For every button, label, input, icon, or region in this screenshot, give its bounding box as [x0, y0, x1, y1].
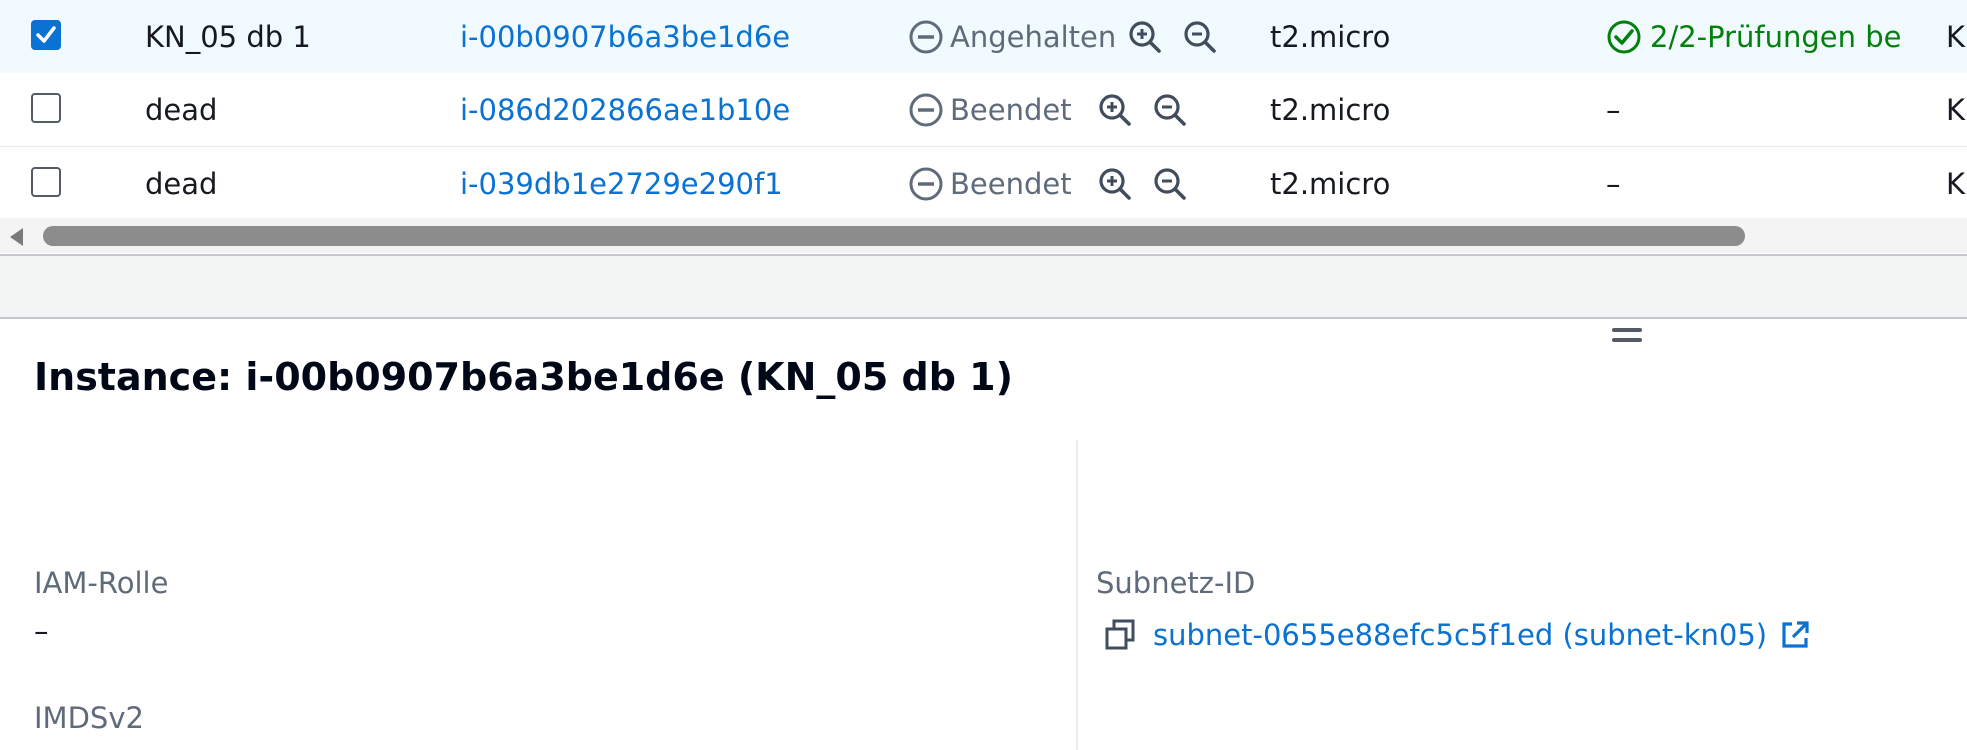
imdsv2-label: IMDSv2 [34, 701, 144, 735]
instance-type: t2.micro [1270, 19, 1391, 54]
instance-state-label: Beendet [950, 166, 1072, 201]
scroll-left-icon[interactable] [7, 226, 27, 252]
status-check-label: – [1606, 166, 1621, 201]
split-panel-gap [0, 256, 1967, 319]
instance-name: KN_05 db 1 [145, 19, 311, 54]
status-check: 2/2-Prüfungen be [1606, 0, 1901, 73]
instance-name: dead [145, 166, 218, 201]
scrollbar-thumb[interactable] [43, 226, 1745, 246]
status-check-label: – [1606, 92, 1621, 127]
zoom-in-icon[interactable] [1098, 73, 1132, 146]
zoom-out-icon[interactable] [1153, 147, 1187, 220]
checkbox-checked-icon [36, 26, 56, 43]
next-column-cell: K [1946, 92, 1966, 127]
horizontal-scrollbar[interactable] [0, 218, 1967, 253]
instance-state: Beendet [908, 73, 1072, 146]
drag-handle-icon[interactable] [1612, 328, 1642, 346]
zoom-in-icon[interactable] [1098, 147, 1132, 220]
instance-id-link[interactable]: i-086d202866ae1b10e [460, 73, 790, 146]
table-row[interactable]: dead i-086d202866ae1b10e Beendet t2.micr… [0, 73, 1967, 147]
minus-circle-icon [908, 19, 944, 55]
check-circle-icon [1606, 19, 1642, 55]
instance-type: t2.micro [1270, 92, 1391, 127]
external-link-icon[interactable] [1779, 619, 1811, 651]
row-checkbox[interactable] [31, 167, 61, 197]
next-column-cell: K [1946, 166, 1966, 201]
table-row[interactable]: dead i-039db1e2729e290f1 Beendet t2.micr… [0, 147, 1967, 221]
table-row[interactable]: KN_05 db 1 i-00b0907b6a3be1d6e Angehalte… [0, 0, 1967, 74]
details-title: Instance: i-00b0907b6a3be1d6e (KN_05 db … [34, 355, 1013, 399]
minus-circle-icon [908, 92, 944, 128]
status-check-label: 2/2-Prüfungen be [1650, 19, 1902, 54]
row-checkbox[interactable] [31, 93, 61, 123]
subnet-id-label: Subnetz-ID [1096, 566, 1256, 600]
minus-circle-icon [908, 166, 944, 202]
subnet-id-value: subnet-0655e88efc5c5f1ed (subnet-kn05) [1103, 613, 1811, 657]
instance-state-label: Angehalten [950, 19, 1117, 54]
zoom-out-icon[interactable] [1153, 73, 1187, 146]
instance-type: t2.micro [1270, 166, 1391, 201]
instance-state: Beendet [908, 147, 1072, 220]
zoom-in-icon[interactable] [1128, 0, 1162, 73]
instance-id-link[interactable]: i-00b0907b6a3be1d6e [460, 0, 790, 73]
row-checkbox[interactable] [31, 20, 61, 50]
instance-id-link[interactable]: i-039db1e2729e290f1 [460, 147, 783, 220]
column-divider [1076, 440, 1078, 750]
copy-icon[interactable] [1103, 618, 1137, 652]
zoom-out-icon[interactable] [1183, 0, 1217, 73]
subnet-link[interactable]: subnet-0655e88efc5c5f1ed (subnet-kn05) [1153, 618, 1767, 652]
instance-state: Angehalten [908, 0, 1116, 73]
iam-role-label: IAM-Rolle [34, 566, 169, 600]
iam-role-value: – [34, 614, 49, 648]
instance-state-label: Beendet [950, 92, 1072, 127]
instance-name: dead [145, 92, 218, 127]
next-column-cell: K [1946, 19, 1966, 54]
